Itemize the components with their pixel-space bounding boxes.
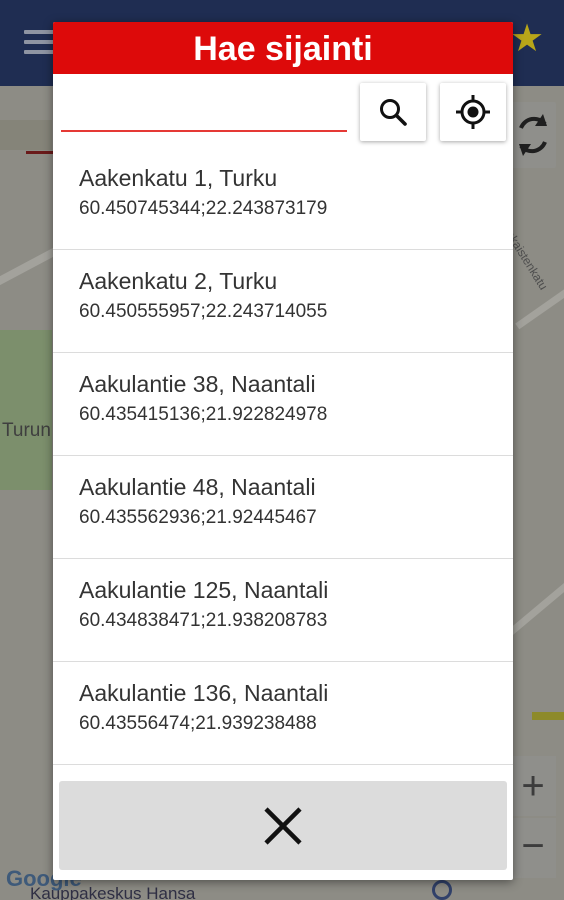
result-coordinates: 60.43556474;21.939238488 [79, 713, 317, 734]
map-road [508, 571, 564, 636]
search-button[interactable] [360, 83, 426, 141]
map-marker [532, 712, 564, 720]
locate-button[interactable] [440, 83, 506, 141]
gps-locate-icon [456, 95, 490, 129]
zoom-in-button[interactable]: + [510, 756, 556, 816]
result-address: Aakulantie 125, Naantali [79, 577, 329, 603]
result-coordinates: 60.435562936;21.92445467 [79, 507, 317, 528]
star-icon[interactable]: ★ [510, 20, 544, 58]
map-route-marker [26, 151, 54, 154]
location-pin-icon [432, 880, 452, 900]
result-coordinates: 60.450555957;22.243714055 [79, 301, 328, 322]
results-list: Aakenkatu 1, Turku 60.450745344;22.24387… [53, 147, 513, 772]
result-coordinates: 60.435415136;21.922824978 [79, 404, 328, 425]
map-area [0, 120, 52, 150]
close-button[interactable] [59, 781, 507, 870]
result-item[interactable]: Aakenkatu 1, Turku 60.450745344;22.24387… [53, 147, 513, 250]
menu-icon[interactable] [24, 30, 56, 54]
search-icon [380, 99, 407, 126]
result-item[interactable]: Aakulantie 38, Naantali 60.435415136;21.… [53, 353, 513, 456]
search-row [53, 74, 513, 141]
close-icon [264, 806, 302, 845]
zoom-out-button[interactable]: − [510, 818, 556, 878]
result-address: Aakulantie 48, Naantali [79, 474, 316, 500]
result-address: Aakenkatu 1, Turku [79, 165, 278, 191]
result-coordinates: 60.450745344;22.243873179 [79, 198, 328, 219]
map-park [0, 330, 52, 490]
result-item[interactable]: Aakulantie 125, Naantali 60.434838471;21… [53, 559, 513, 662]
search-location-dialog: Hae sijainti Aakenkatu 1, Turku 60.45074… [53, 22, 513, 880]
result-address: Aakenkatu 2, Turku [79, 268, 278, 294]
map-label: Turun [2, 420, 51, 441]
dialog-title: Hae sijainti [53, 22, 513, 74]
result-item[interactable]: Aakulantie 136, Naantali 60.43556474;21.… [53, 662, 513, 765]
refresh-button[interactable] [510, 102, 556, 168]
result-item[interactable]: Aakulantie 48, Naantali 60.435562936;21.… [53, 456, 513, 559]
search-input[interactable] [61, 94, 347, 132]
result-coordinates: 60.434838471;21.938208783 [79, 610, 328, 631]
result-address: Aakulantie 38, Naantali [79, 371, 316, 397]
refresh-icon [519, 114, 547, 156]
result-item[interactable]: Aakenkatu 2, Turku 60.450555957;22.24371… [53, 250, 513, 353]
result-address: Aakulantie 136, Naantali [79, 680, 329, 706]
